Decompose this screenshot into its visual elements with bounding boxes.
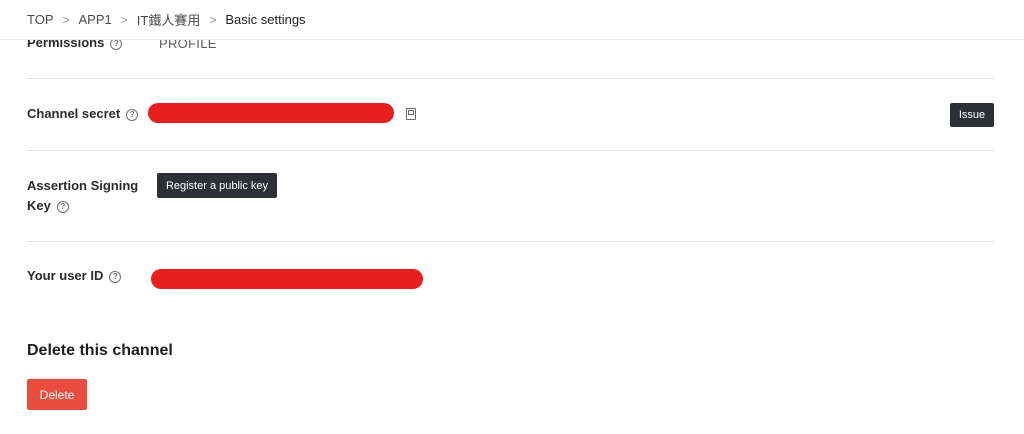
channel-secret-label: Channel secret <box>27 106 121 121</box>
help-icon[interactable]: ? <box>109 271 122 283</box>
assertion-key-label-line1: Assertion Signing <box>27 178 139 193</box>
user-id-redaction <box>151 269 423 289</box>
breadcrumb-top[interactable]: TOP <box>27 12 54 27</box>
assertion-key-label-line2: Key <box>27 198 51 213</box>
copy-icon[interactable] <box>406 108 416 120</box>
breadcrumb: TOP > APP1 > IT鐵人賽用 > Basic settings <box>0 0 1024 40</box>
channel-secret-label-group: Channel secret? <box>27 104 139 124</box>
help-icon[interactable]: ? <box>126 109 139 121</box>
user-id-label: Your user ID <box>27 268 104 283</box>
assertion-key-label-line2-group: Key? <box>27 196 138 216</box>
register-public-key-button[interactable]: Register a public key <box>157 173 277 198</box>
breadcrumb-app[interactable]: APP1 <box>79 12 112 27</box>
breadcrumb-separator-icon: > <box>120 12 128 27</box>
user-id-label-group: Your user ID? <box>27 266 122 286</box>
assertion-signing-key-row: Assertion Signing Key? Register a public… <box>27 151 994 242</box>
issue-button[interactable]: Issue <box>950 103 994 127</box>
channel-secret-redaction <box>148 103 394 123</box>
delete-button[interactable]: Delete <box>27 379 87 410</box>
breadcrumb-separator-icon: > <box>209 12 217 27</box>
breadcrumb-separator-icon: > <box>62 12 70 27</box>
assertion-key-label-group: Assertion Signing Key? <box>27 176 138 216</box>
breadcrumb-current-page: Basic settings <box>225 12 306 27</box>
user-id-row: Your user ID? <box>27 242 994 317</box>
help-icon[interactable]: ? <box>56 201 69 213</box>
breadcrumb-channel[interactable]: IT鐵人賽用 <box>137 10 201 29</box>
delete-channel-title: Delete this channel <box>27 342 173 359</box>
channel-secret-row: Channel secret? Issue <box>27 79 994 151</box>
